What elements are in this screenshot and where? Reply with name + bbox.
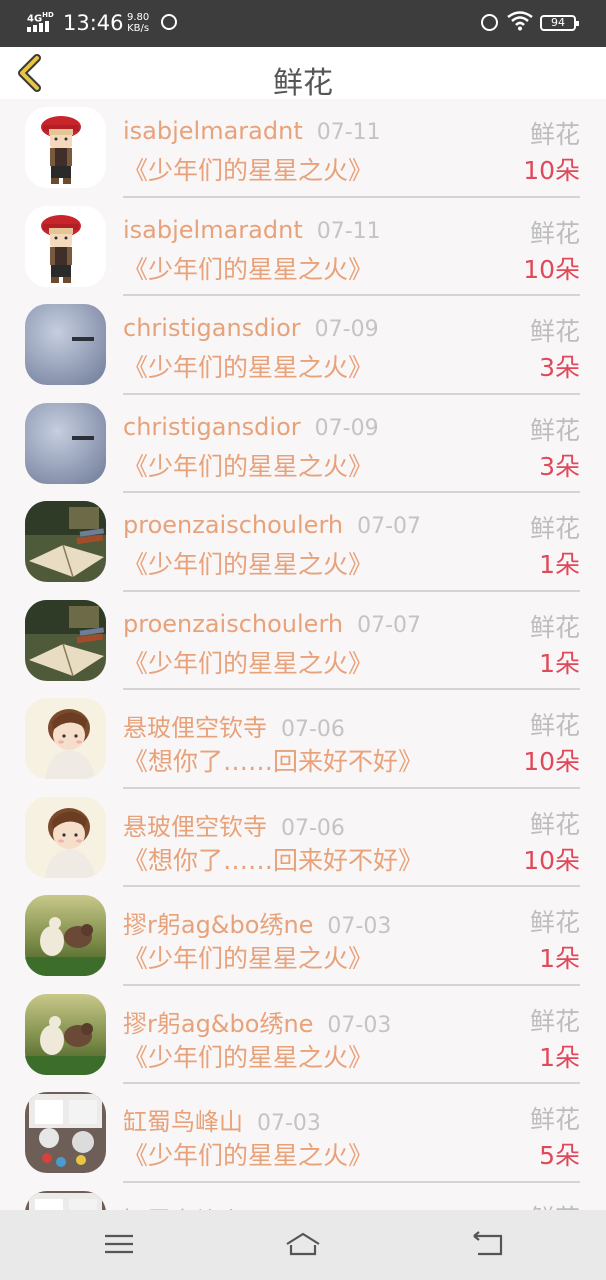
user-name: christigansdior 07-09 [123, 314, 379, 342]
date: 07-03 [327, 914, 392, 939]
flower-count: 1朵 [539, 648, 580, 678]
flower-count: 1朵 [539, 1042, 580, 1072]
list-item[interactable]: isabjelmaradnt 07-11 《少年们的星星之火》 鲜花 10朵 [0, 99, 606, 198]
flower-count: 5朵 [539, 1141, 580, 1170]
user-name: proenzaischoulerh 07-07 [123, 511, 422, 539]
user-name: 悬玻俚空钦寺 07-06 [123, 714, 345, 742]
list-item[interactable]: 缸蜀鸟峰山07-03 《少年们的星星之火》 鲜花 5朵 [0, 1084, 606, 1183]
app-header: 鲜花 [0, 47, 606, 101]
user-name: 摎r躬ag&bo绣ne 07-03 [123, 1009, 392, 1038]
gift-type-label: 鲜花 [529, 218, 580, 248]
date: 07-09 [314, 317, 379, 342]
user-name: 悬玻俚空钦寺 07-06 [123, 812, 345, 841]
flower-list[interactable]: isabjelmaradnt 07-11 《少年们的星星之火》 鲜花 10朵 isabje… [0, 99, 606, 1210]
avatar[interactable] [25, 501, 106, 582]
gift-type-label: 鲜花 [529, 711, 580, 740]
avatar[interactable] [25, 1092, 106, 1173]
user-name: christigansdior 07-09 [123, 412, 379, 441]
gift-type-label: 鲜花 [529, 1105, 580, 1134]
clock: 13:46 [63, 11, 124, 35]
list-item[interactable]: proenzaischoulerh 07-07 《少年们的星星之火》 鲜花 1朵 [0, 592, 606, 690]
list-item[interactable]: 悬玻俚空钦寺 07-06 《想你了……回来好不好》 鲜花 10朵 [0, 690, 606, 789]
gift-type-label: 鲜花 [529, 908, 580, 937]
book-title: 《少年们的星星之火》 [123, 1042, 374, 1072]
book-title: 《少年们的星星之火》 [123, 648, 374, 678]
list-item[interactable]: 摎r躬ag&bo绣ne 07-03 《少年们的星星之火》 鲜花 1朵 [0, 986, 606, 1084]
network-speed: 9.80 KB/s [127, 12, 150, 34]
avatar[interactable] [25, 304, 106, 385]
list-item[interactable]: isabjelmaradnt 07-11 《少年们的星星之火》 鲜花 10朵 [0, 198, 606, 296]
list-item[interactable]: proenzaischoulerh 07-07 《少年们的星星之火》 鲜花 1朵 [0, 493, 606, 592]
date: 07-07 [357, 514, 422, 539]
alarm-icon [481, 14, 498, 31]
flower-count: 3朵 [539, 451, 580, 481]
list-item[interactable]: 悬玻俚空钦寺 07-06 《想你了……回来好不好》 鲜花 10朵 [0, 789, 606, 887]
status-bar: 4GHD 13:46 9.80 KB/s 94 [0, 0, 606, 47]
user-name: 缸蜀鸟峰山07-03 [123, 1108, 321, 1136]
gift-type-label: 鲜花 [529, 415, 580, 445]
home-icon[interactable] [285, 1226, 321, 1262]
avatar[interactable] [25, 895, 106, 976]
battery-icon: 94 [540, 15, 579, 31]
flower-count: 10朵 [523, 747, 580, 776]
avatar[interactable] [25, 402, 106, 484]
date: 07-03 [327, 1012, 392, 1038]
avatar[interactable] [25, 107, 106, 188]
user-name: proenzaischoulerh 07-07 [123, 609, 422, 638]
book-title: 《少年们的星星之火》 [123, 156, 374, 185]
avatar[interactable] [25, 205, 106, 287]
book-title: 《少年们的星星之火》 [123, 550, 374, 579]
date: 07-11 [316, 218, 381, 244]
return-icon[interactable] [470, 1226, 506, 1262]
flower-count: 10朵 [523, 254, 580, 284]
user-name: isabjelmaradnt 07-11 [123, 117, 381, 145]
avatar[interactable] [25, 698, 106, 779]
book-title: 《想你了……回来好不好》 [123, 747, 424, 776]
list-item[interactable]: christigansdior 07-09 《少年们的星星之火》 鲜花 3朵 [0, 395, 606, 493]
flower-count: 1朵 [539, 944, 580, 973]
avatar[interactable] [25, 1190, 106, 1210]
date: 07-03 [257, 1111, 321, 1136]
flower-count: 3朵 [539, 353, 580, 382]
menu-icon[interactable] [101, 1226, 137, 1262]
book-title: 《少年们的星星之火》 [123, 254, 374, 284]
book-title: 《少年们的星星之火》 [123, 944, 374, 973]
book-title: 《少年们的星星之火》 [123, 1141, 374, 1170]
date: 07-11 [316, 120, 381, 145]
gift-type-label: 鲜花 [530, 1199, 580, 1211]
list-item[interactable]: 缸蜀鸟峰山07-03《少年们的星星之火》鲜花5朵 [0, 1183, 606, 1211]
gift-type-label: 鲜花 [529, 120, 580, 149]
book-title: 《少年们的星星之火》 [123, 353, 374, 382]
avatar[interactable] [25, 993, 106, 1075]
user-name: 摎r躬ag&bo绣ne 07-03 [123, 911, 392, 939]
user-name: isabjelmaradnt 07-11 [123, 215, 381, 244]
flower-count: 1朵 [539, 550, 580, 579]
book-title: 《想你了……回来好不好》 [123, 845, 424, 875]
page-title: 鲜花 [273, 66, 333, 101]
flower-count: 10朵 [523, 156, 580, 185]
date: 07-06 [281, 815, 345, 841]
list-item[interactable]: christigansdior 07-09 《少年们的星星之火》 鲜花 3朵 [0, 296, 606, 395]
gift-type-label: 鲜花 [529, 1006, 580, 1036]
date: 07-06 [281, 717, 345, 742]
system-navigation-bar [0, 1210, 606, 1280]
data-saver-icon [161, 14, 177, 30]
list-item[interactable]: 摎r躬ag&bo绣ne 07-03 《少年们的星星之火》 鲜花 1朵 [0, 887, 606, 986]
user-name: 缸蜀鸟峰山07-03 [123, 1201, 321, 1211]
gift-type-label: 鲜花 [529, 514, 580, 543]
gift-type-label: 鲜花 [529, 809, 580, 839]
flower-count: 10朵 [523, 845, 580, 875]
gift-type-label: 鲜花 [529, 612, 580, 642]
avatar[interactable] [25, 796, 106, 878]
gift-type-label: 鲜花 [529, 317, 580, 346]
date: 07-07 [357, 612, 422, 638]
book-title: 《少年们的星星之火》 [123, 451, 374, 481]
date: 07-09 [314, 415, 379, 441]
signal-icon [27, 21, 49, 32]
avatar[interactable] [25, 599, 106, 681]
wifi-icon [507, 11, 533, 31]
